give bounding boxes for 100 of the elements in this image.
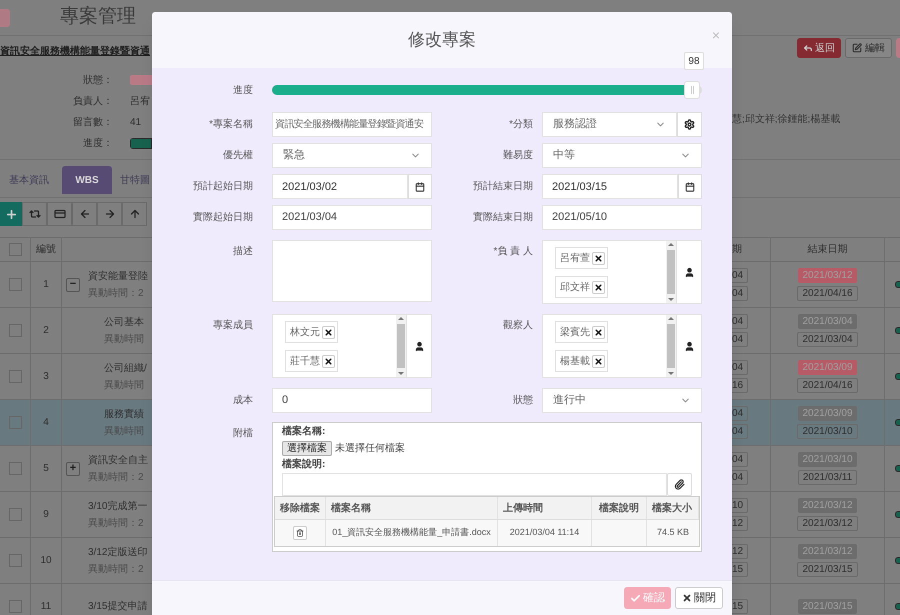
end-date: 2021/03/10	[797, 424, 858, 439]
scrollbar[interactable]	[666, 315, 676, 377]
scrollbar[interactable]	[396, 315, 406, 377]
toolbar-button[interactable]	[72, 202, 97, 226]
checkbox[interactable]	[8, 416, 22, 429]
input-field[interactable]: 0	[272, 388, 432, 413]
remove-button[interactable]	[592, 252, 605, 264]
row-number: 10	[40, 554, 52, 568]
task-title[interactable]: 3/15提交申請	[88, 599, 148, 614]
calendar-button[interactable]	[408, 174, 432, 199]
input-field[interactable]: 資訊安全服務機構能量登錄暨資通安	[272, 112, 432, 137]
task-title[interactable]: 3/12定版送印	[88, 544, 148, 560]
choose-file-button[interactable]: 選擇檔案	[282, 441, 332, 456]
checkbox[interactable]	[8, 600, 22, 613]
edit-icon	[852, 43, 862, 53]
field-label: 描述	[232, 244, 253, 259]
field-label: 專案成員	[212, 318, 253, 333]
close-button[interactable]: ×	[712, 28, 720, 42]
input-field[interactable]: 2021/05/10	[542, 205, 702, 230]
file-description-label: 檔案說明:	[282, 457, 326, 472]
tab[interactable]: WBS	[62, 166, 112, 194]
dropdown[interactable]: 服務認證	[542, 112, 677, 137]
checkbox[interactable]	[8, 462, 22, 475]
card-icon	[54, 208, 66, 220]
toolbar-button[interactable]	[47, 202, 72, 226]
field-label: 預計起始日期	[192, 180, 253, 194]
back-button[interactable]: 返回	[797, 38, 841, 58]
task-title[interactable]: 公司組織/	[104, 360, 147, 376]
remove-button[interactable]	[592, 280, 605, 294]
remove-button[interactable]	[592, 326, 605, 338]
field-label: 進度	[232, 84, 253, 98]
remove-button[interactable]	[322, 326, 335, 338]
slider-handle[interactable]	[684, 81, 700, 99]
task-title[interactable]: 資訊安全自主	[88, 452, 148, 468]
person-tag: 莊千慧	[285, 350, 338, 372]
members-text: 慧;邱文祥;徐鍾能;楊基載	[732, 112, 842, 127]
table-row[interactable]: 04 04 2021/03/12 2021/04/16	[732, 262, 900, 308]
person-tag: 呂宥萱	[555, 247, 608, 269]
field-label: 預計結束日期	[472, 180, 533, 194]
progress-bar	[895, 373, 900, 380]
column-header: 期	[732, 242, 742, 257]
dropdown[interactable]: 中等	[542, 143, 702, 168]
people-picker[interactable]: 林文元 莊千慧	[272, 314, 432, 378]
close-icon	[594, 254, 603, 262]
task-title[interactable]: 資安能量登陸	[88, 268, 148, 284]
column-header: 檔案名稱	[331, 501, 371, 516]
toolbar-button[interactable]	[122, 202, 147, 226]
tree-toggle[interactable]: +	[66, 462, 80, 476]
end-date: 2021/04/16	[797, 378, 858, 393]
upload-time: 2021/03/04 11:14	[510, 526, 580, 540]
checkbox[interactable]	[8, 243, 22, 256]
calendar-button[interactable]	[678, 174, 702, 199]
field-label: 觀察人	[502, 318, 533, 333]
row-number: 5	[43, 462, 49, 476]
edit-button[interactable]: 編輯	[845, 38, 892, 58]
scrollbar[interactable]	[666, 241, 676, 303]
checkbox[interactable]	[8, 324, 22, 337]
task-title[interactable]: 公司基本	[104, 314, 144, 330]
row-number: 2	[43, 324, 49, 338]
task-title[interactable]: 3/10完成第一	[88, 498, 148, 514]
dropdown[interactable]: 進行中	[542, 388, 702, 413]
close-icon	[594, 282, 603, 292]
task-title[interactable]: 服務實績	[104, 406, 144, 422]
add-button[interactable]	[0, 202, 22, 226]
page-title: 專案管理	[60, 4, 136, 30]
tab[interactable]: 基本資訊	[0, 166, 58, 194]
person-tag: 梁賓先	[555, 321, 608, 343]
field-label: 附檔	[232, 426, 253, 441]
people-picker[interactable]: 呂宥萱 邱文祥	[542, 240, 702, 304]
description-field[interactable]	[272, 240, 432, 302]
delete-button[interactable]	[293, 526, 307, 540]
repeat-icon	[28, 208, 40, 220]
settings-button[interactable]	[677, 112, 702, 137]
checkbox[interactable]	[8, 278, 22, 291]
row-number: 9	[43, 508, 49, 522]
remove-button[interactable]	[322, 354, 335, 368]
field-label: 狀態	[512, 394, 533, 408]
checkbox[interactable]	[8, 554, 22, 567]
arrow-left-icon	[78, 208, 90, 220]
close-dialog-button[interactable]: 關閉	[675, 587, 723, 609]
input-field[interactable]	[282, 473, 667, 496]
date-field[interactable]: 2021/03/15	[542, 174, 678, 199]
date-field[interactable]: 2021/03/02	[272, 174, 408, 199]
toolbar-button[interactable]	[97, 202, 122, 226]
checkbox[interactable]	[8, 508, 22, 521]
tab[interactable]: 甘特圖	[118, 166, 152, 194]
remove-button[interactable]	[592, 354, 605, 368]
toolbar-button[interactable]	[22, 202, 47, 226]
trash-icon	[296, 529, 304, 537]
progress-bar	[895, 281, 900, 288]
tree-toggle[interactable]: −	[66, 278, 80, 292]
input-field[interactable]: 2021/03/04	[272, 205, 432, 230]
dropdown[interactable]: 緊急	[272, 143, 432, 168]
settings-icon	[684, 119, 695, 130]
attach-button[interactable]	[667, 473, 692, 496]
project-title[interactable]: 資訊安全服務機構能量登錄暨資通	[0, 44, 150, 58]
checkbox[interactable]	[8, 370, 22, 383]
info-label: 留言數：	[72, 116, 113, 130]
column-header: 檔案說明	[599, 501, 639, 516]
people-picker[interactable]: 梁賓先 楊基載	[542, 314, 702, 378]
